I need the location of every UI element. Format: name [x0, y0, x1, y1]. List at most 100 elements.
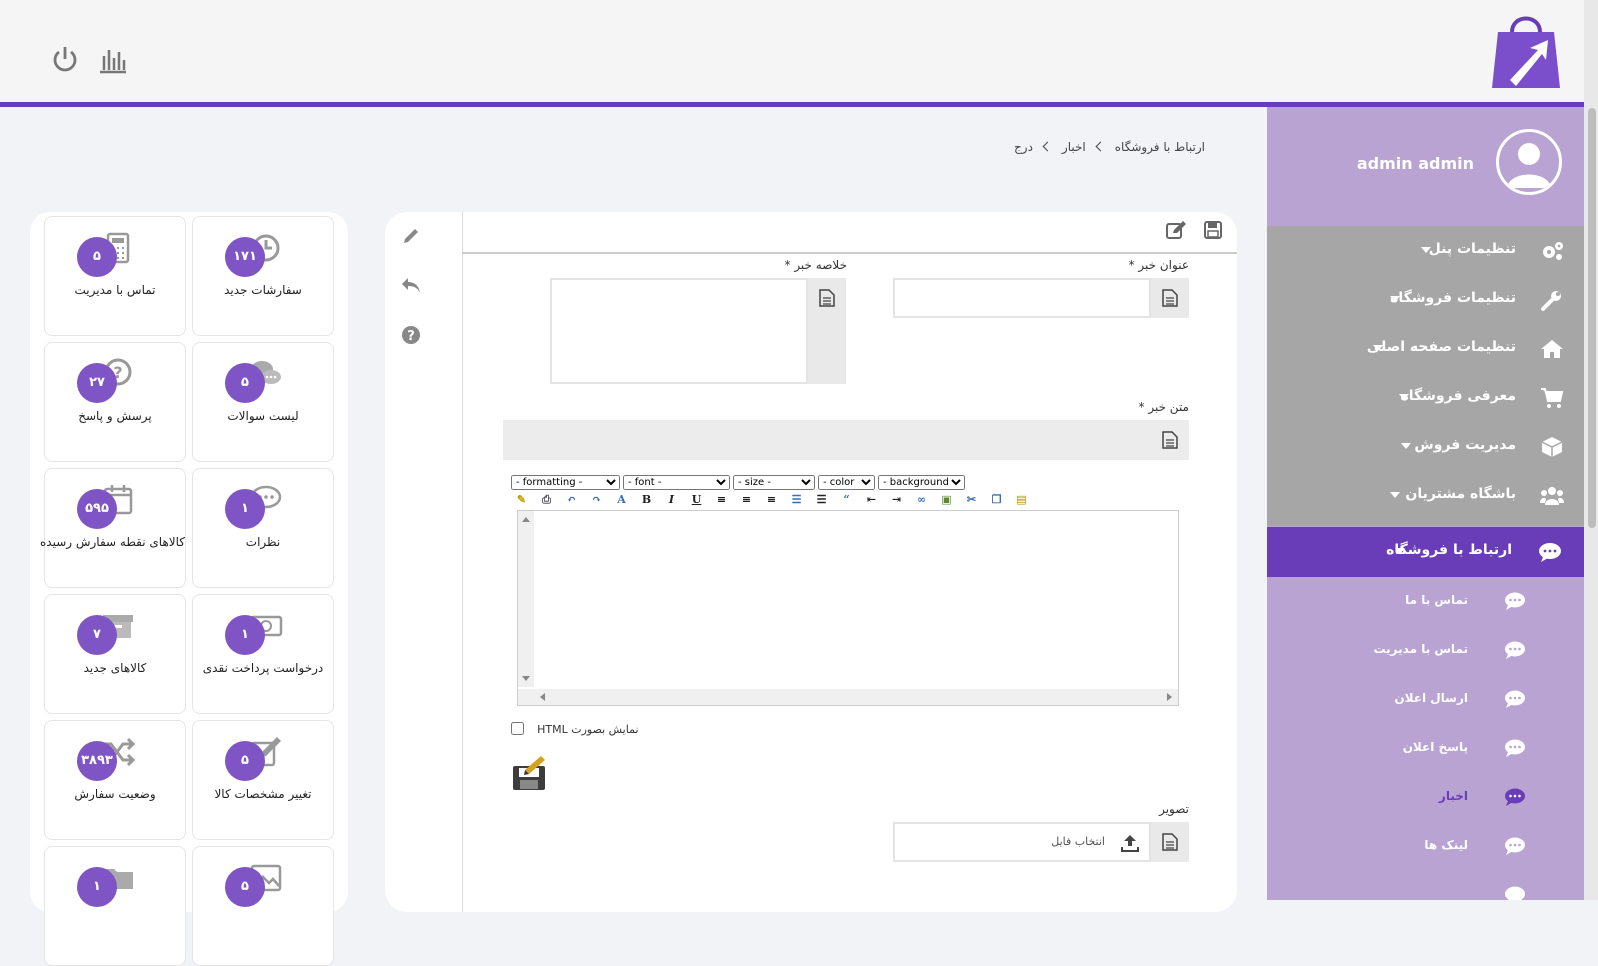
- sidebar-item-home-settings[interactable]: تنظیمات صفحه اصلی: [1267, 324, 1584, 374]
- sidebar-subitem-label: اخبار: [1438, 789, 1468, 803]
- rich-text-editor[interactable]: [517, 510, 1179, 706]
- card-label: پرسش و پاسخ: [78, 409, 152, 423]
- sidebar-item-panel-settings[interactable]: تنظیمات پنل: [1267, 226, 1584, 276]
- file-input[interactable]: انتخاب فایل: [893, 822, 1151, 862]
- count-badge: ۵: [77, 237, 117, 277]
- avatar[interactable]: [1496, 129, 1562, 195]
- editor-hscrollbar[interactable]: [518, 689, 1178, 705]
- card-reorder-items[interactable]: ۵۹۵ کالاهای نقطه سفارش رسیده: [40, 468, 186, 588]
- news-form-panel: ? عنوان خبر * خلاصه خبر * متن خبر * - fo…: [385, 212, 1237, 912]
- scroll-right-icon[interactable]: [1167, 693, 1172, 701]
- count-badge: ۱: [77, 867, 117, 907]
- card-item-changes[interactable]: ۵ تغییر مشخصات کالا: [192, 720, 334, 840]
- html-checkbox[interactable]: [511, 722, 524, 735]
- redo-icon[interactable]: ↷: [588, 492, 605, 507]
- editor-toolbar-selects: - formatting -- font -- size -- color --…: [511, 470, 968, 490]
- edit-icon[interactable]: [1165, 220, 1187, 240]
- scroll-up-icon[interactable]: [522, 517, 530, 522]
- side-toolbar: ?: [385, 212, 463, 912]
- pencil-icon[interactable]: [401, 226, 421, 246]
- summary-addon: [808, 278, 846, 384]
- comment-icon: [1505, 837, 1525, 855]
- card-label: نظرات: [245, 535, 281, 549]
- comment-icon: [1505, 641, 1525, 659]
- scrollbar-thumb[interactable]: [1588, 108, 1596, 528]
- undo-icon[interactable]: [400, 275, 422, 295]
- card-label: وضعیت سفارش: [74, 787, 156, 801]
- scroll-down-icon[interactable]: [522, 676, 530, 681]
- link-icon[interactable]: ∞: [913, 492, 930, 507]
- sidebar-item-shop-settings[interactable]: تنظیمات فروشگاه: [1267, 275, 1584, 325]
- card-contact-admin[interactable]: ۵ تماس با مدیریت: [44, 216, 186, 336]
- card-cash-request[interactable]: ۱ درخواست پرداخت نقدی: [192, 594, 334, 714]
- help-icon[interactable]: ?: [401, 325, 421, 345]
- font-size-icon[interactable]: A: [613, 492, 630, 507]
- sidebar-subitem-contact-us[interactable]: تماس با ما: [1267, 577, 1584, 626]
- clean-icon[interactable]: ✎: [513, 492, 530, 507]
- align-left-icon[interactable]: ≡: [713, 492, 730, 507]
- copy-icon[interactable]: ❐: [988, 492, 1005, 507]
- summary-textarea[interactable]: [550, 278, 808, 384]
- paste-icon[interactable]: ▤: [1013, 492, 1030, 507]
- card-new-orders[interactable]: ۱۷۱ سفارشات جدید: [192, 216, 334, 336]
- align-center-icon[interactable]: ≡: [738, 492, 755, 507]
- card-images[interactable]: ۵: [192, 846, 334, 966]
- ordered-list-icon[interactable]: ☰: [788, 492, 805, 507]
- card-new-items[interactable]: ۷ کالاهای جدید: [44, 594, 186, 714]
- chevron-down-icon: [1390, 492, 1400, 498]
- image-insert-icon[interactable]: ▣: [938, 492, 955, 507]
- sidebar: admin admin تنظیمات پنل تنظیمات فروشگاه …: [1267, 107, 1584, 900]
- svg-text:?: ?: [407, 329, 415, 344]
- count-badge: ۱: [225, 489, 265, 529]
- editor-vscrollbar[interactable]: [518, 511, 534, 687]
- breadcrumb-item[interactable]: اخبار: [1062, 140, 1086, 154]
- italic-icon[interactable]: I: [663, 492, 680, 507]
- sidebar-item-contact-shop[interactable]: ارتباط با فروشگاه: [1267, 527, 1584, 577]
- save-icon[interactable]: [1203, 220, 1223, 240]
- sidebar-item-shop-intro[interactable]: معرفی فروشگاه: [1267, 373, 1584, 423]
- chevron-down-icon: [1399, 394, 1409, 400]
- body-addon: [503, 420, 1189, 460]
- sidebar-item-customer-club[interactable]: باشگاه مشتریان: [1267, 471, 1584, 521]
- breadcrumb: ارتباط با فروشگاه اخبار درج: [1011, 140, 1208, 154]
- page-scrollbar[interactable]: [1584, 0, 1598, 900]
- chart-icon[interactable]: [98, 44, 128, 74]
- sidebar-subitem-news[interactable]: اخبار: [1267, 773, 1584, 822]
- undo-edit-icon[interactable]: ↶: [563, 492, 580, 507]
- scroll-left-icon[interactable]: [540, 693, 545, 701]
- align-right-icon[interactable]: ≡: [763, 492, 780, 507]
- sidebar-item-label: معرفی فروشگاه: [1400, 388, 1517, 404]
- quote-icon[interactable]: “: [838, 492, 855, 507]
- print-icon[interactable]: ⎙: [538, 492, 555, 507]
- outdent-icon[interactable]: ⇤: [863, 492, 880, 507]
- sidebar-subitem-more[interactable]: [1267, 871, 1584, 900]
- card-questions-list[interactable]: ۵ لیست سوالات: [192, 342, 334, 462]
- sidebar-subitem-reply-notice[interactable]: پاسخ اعلان: [1267, 724, 1584, 773]
- count-badge: ۱۷۱: [225, 237, 265, 277]
- sidebar-item-label: باشگاه مشتریان: [1405, 486, 1516, 502]
- cut-icon[interactable]: ✂: [963, 492, 980, 507]
- card-order-status[interactable]: ۳۸۹۳ وضعیت سفارش: [44, 720, 186, 840]
- body-label: متن خبر *: [1138, 400, 1189, 414]
- user-icon: [1507, 143, 1551, 188]
- sidebar-subitem-links[interactable]: لینک ها: [1267, 822, 1584, 871]
- power-icon[interactable]: [50, 44, 80, 74]
- sidebar-subitem-label: ارسال اعلان: [1394, 691, 1468, 705]
- html-checkbox-label: نمایش بصورت HTML: [537, 723, 639, 736]
- underline-icon[interactable]: U: [688, 492, 705, 507]
- user-panel: admin admin: [1267, 107, 1584, 226]
- card-qa[interactable]: ? ۲۷ پرسش و پاسخ: [44, 342, 186, 462]
- sidebar-item-label: مدیریت فروش: [1414, 437, 1516, 453]
- indent-icon[interactable]: ⇥: [888, 492, 905, 507]
- card-comments[interactable]: ۱ نظرات: [192, 468, 334, 588]
- sidebar-item-sales-management[interactable]: مدیریت فروش: [1267, 422, 1584, 472]
- unordered-list-icon[interactable]: ☰: [813, 492, 830, 507]
- sidebar-subitem-send-notice[interactable]: ارسال اعلان: [1267, 675, 1584, 724]
- save-disk-icon[interactable]: [511, 754, 549, 792]
- sidebar-subitem-contact-admin[interactable]: تماس با مدیریت: [1267, 626, 1584, 675]
- title-input[interactable]: [893, 278, 1151, 318]
- cart-icon: [1541, 388, 1564, 408]
- bold-icon[interactable]: B: [638, 492, 655, 507]
- breadcrumb-item[interactable]: ارتباط با فروشگاه: [1115, 140, 1205, 154]
- card-files[interactable]: ۱: [44, 846, 186, 966]
